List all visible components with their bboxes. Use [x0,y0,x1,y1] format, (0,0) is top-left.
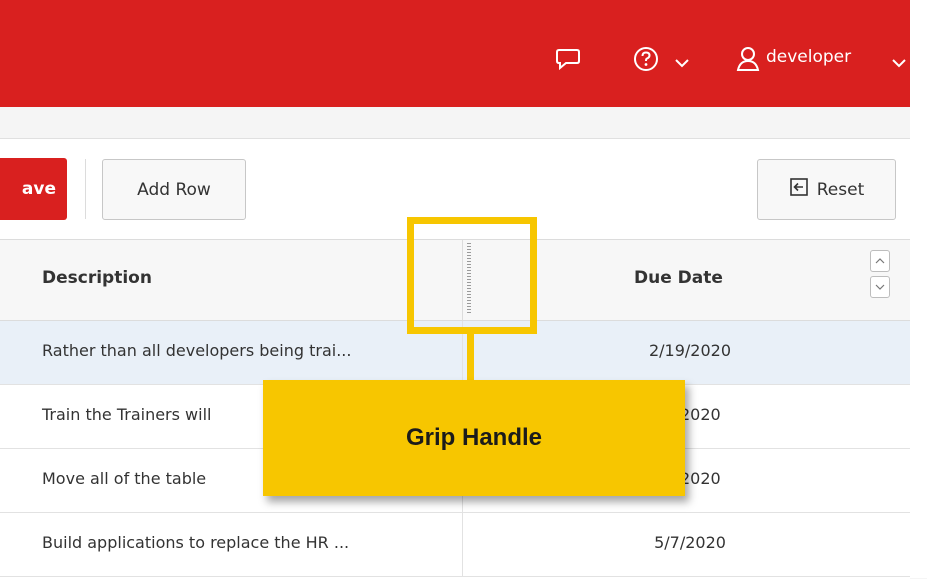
column-header-description[interactable]: Description [42,268,152,288]
cell-divider [462,513,463,576]
description-cell[interactable]: Train the Trainers will [42,405,211,424]
due-date-cell[interactable]: 2020 [680,405,721,424]
chevron-down-icon[interactable] [892,53,906,68]
reset-label: Reset [816,179,865,200]
user-icon[interactable] [735,45,761,73]
user-name[interactable]: developer [766,47,851,67]
grip-handle-callout: Grip Handle [263,380,685,496]
due-date-cell[interactable]: 5/7/2020 [640,533,740,552]
top-navigation-bar: developer [0,0,910,107]
callout-connector [467,334,474,380]
save-button[interactable]: ave [0,158,67,220]
chevron-down-icon[interactable] [675,53,689,68]
description-cell[interactable]: Move all of the table [42,469,206,488]
description-cell[interactable]: Rather than all developers being trai... [42,341,351,360]
help-icon[interactable] [632,45,660,73]
add-row-button[interactable]: Add Row [102,159,246,220]
due-date-cell[interactable]: 2/19/2020 [640,341,740,360]
scroll-down-button[interactable] [870,276,890,298]
scroll-up-button[interactable] [870,250,890,272]
page-edge [910,0,927,578]
interactive-grid-region: ave Add Row Reset Description Due Date R… [0,138,910,579]
reset-icon [789,177,809,202]
due-date-cell[interactable]: 2020 [680,469,721,488]
scroll-arrows [870,250,890,298]
table-row[interactable]: Build applications to replace the HR ...… [0,513,910,577]
chat-icon[interactable] [555,48,581,71]
column-header-due-date[interactable]: Due Date [634,268,723,288]
grip-handle-highlight [407,217,537,334]
reset-button[interactable]: Reset [757,159,896,220]
description-cell[interactable]: Build applications to replace the HR ... [42,533,349,552]
toolbar-separator [85,159,86,219]
